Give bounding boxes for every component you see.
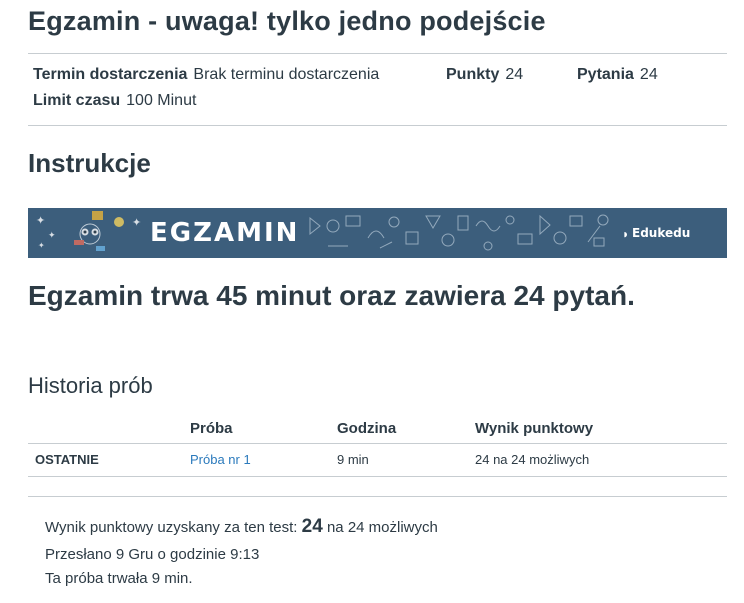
svg-text:✦: ✦ bbox=[132, 217, 141, 229]
time-limit-value: 100 Minut bbox=[126, 92, 197, 109]
exam-banner: ✦ ✦ ✦ ✦ EGZAMIN ◗ Edukedu bbox=[28, 208, 727, 258]
score-value: 24 bbox=[301, 516, 323, 537]
row-label: OSTATNIE bbox=[35, 452, 99, 467]
svg-text:✦: ✦ bbox=[38, 241, 45, 250]
due-date-detail: Termin dostarczenia Brak terminu dostarcz… bbox=[33, 66, 379, 84]
questions-detail: Pytania 24 bbox=[577, 66, 658, 84]
column-header-attempt: Próba bbox=[190, 420, 233, 437]
due-date-value: Brak terminu dostarczenia bbox=[193, 66, 380, 83]
edukedu-logo-icon: ◗ bbox=[622, 227, 630, 241]
attempt-link[interactable]: Próba nr 1 bbox=[190, 452, 251, 467]
divider bbox=[28, 125, 727, 126]
points-label: Punkty bbox=[446, 66, 500, 83]
questions-label: Pytania bbox=[577, 66, 634, 83]
column-header-time: Godzina bbox=[337, 420, 397, 437]
exam-description: Egzamin trwa 45 minut oraz zawiera 24 py… bbox=[28, 280, 635, 311]
score-prefix: Wynik punktowy uzyskany za ten test: bbox=[45, 519, 298, 536]
score-cell: 24 na 24 możliwych bbox=[475, 452, 590, 467]
time-limit-detail: Limit czasu 100 Minut bbox=[33, 92, 196, 110]
submitted-info: Przesłano 9 Gru o godzinie 9:13 bbox=[45, 546, 260, 563]
banner-title: EGZAMIN bbox=[150, 218, 300, 248]
table-header-divider bbox=[28, 443, 727, 444]
attempt-cell: Próba nr 1 bbox=[190, 452, 251, 467]
instructions-heading: Instrukcje bbox=[28, 148, 151, 178]
divider bbox=[28, 53, 727, 54]
page-title: Egzamin - uwaga! tylko jedno podejście bbox=[28, 6, 546, 36]
table-bottom-divider bbox=[28, 476, 727, 477]
time-cell: 9 min bbox=[337, 452, 369, 467]
duration-info: Ta próba trwała 9 min. bbox=[45, 570, 193, 587]
time-limit-label: Limit czasu bbox=[33, 92, 121, 109]
svg-text:✦: ✦ bbox=[36, 215, 45, 227]
history-heading: Historia prób bbox=[28, 373, 153, 398]
score-summary: Wynik punktowy uzyskany za ten test: 24 … bbox=[45, 516, 438, 538]
due-date-label: Termin dostarczenia bbox=[33, 66, 188, 83]
questions-value: 24 bbox=[639, 66, 658, 83]
banner-brand: Edukedu bbox=[632, 226, 691, 240]
points-detail: Punkty 24 bbox=[446, 66, 523, 84]
summary-divider bbox=[28, 496, 727, 497]
score-suffix: na 24 możliwych bbox=[326, 519, 438, 536]
points-value: 24 bbox=[505, 66, 524, 83]
svg-text:✦: ✦ bbox=[48, 230, 56, 240]
column-header-score: Wynik punktowy bbox=[475, 420, 594, 437]
